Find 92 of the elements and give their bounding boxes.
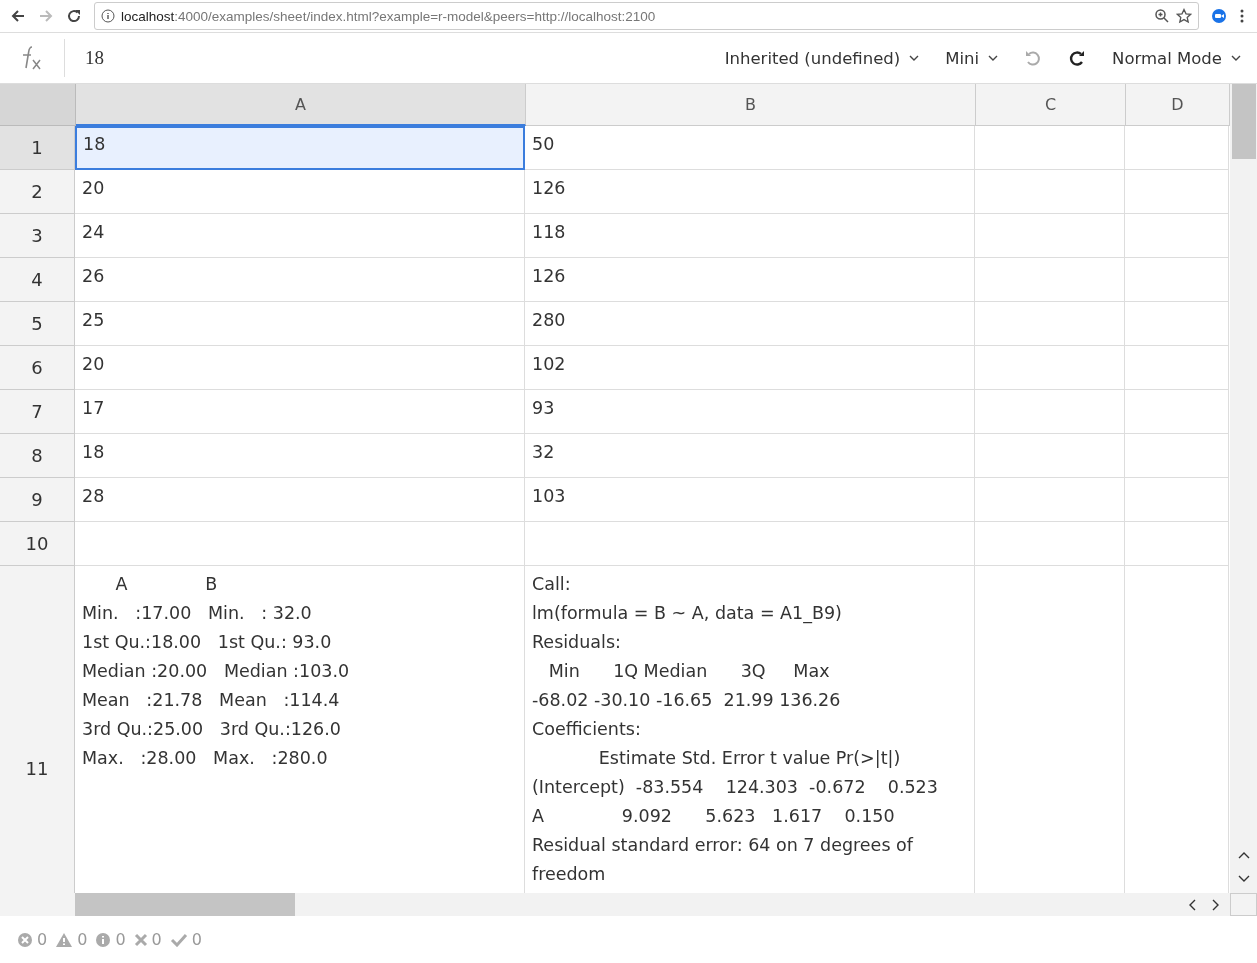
zoom-icon[interactable]	[1154, 8, 1170, 24]
dropdown-button[interactable]: Mini	[945, 44, 999, 72]
table-cell[interactable]: 102	[525, 346, 975, 390]
row-header[interactable]: 5	[0, 302, 75, 346]
table-cell[interactable]	[1125, 258, 1229, 302]
row-header[interactable]: 2	[0, 170, 75, 214]
table-cell[interactable]	[525, 522, 975, 566]
status-count: 0	[37, 930, 48, 949]
table-cell[interactable]: 50	[525, 126, 975, 170]
table-cell[interactable]: 126	[525, 258, 975, 302]
chevron-icon	[988, 55, 999, 61]
url-text: localhost:4000/examples/sheet/index.html?example=r-model&peers=http://localhost:2100	[121, 8, 657, 24]
table-cell[interactable]: 20	[75, 346, 525, 390]
table-cell[interactable]: 32	[525, 434, 975, 478]
table-cell[interactable]	[1125, 170, 1229, 214]
table-cell[interactable]: 24	[75, 214, 525, 258]
row-header[interactable]: 6	[0, 346, 75, 390]
table-cell[interactable]	[975, 126, 1125, 170]
table-cell[interactable]: 17	[75, 390, 525, 434]
table-cell[interactable]: 103	[525, 478, 975, 522]
table-cell[interactable]	[1125, 346, 1229, 390]
formula-field[interactable]: 18	[85, 47, 185, 69]
table-cell[interactable]: 18	[75, 126, 525, 170]
table-cell[interactable]	[1125, 434, 1229, 478]
select-all-corner[interactable]	[0, 84, 76, 126]
close-icon[interactable]	[133, 932, 148, 947]
table-cell[interactable]	[975, 346, 1125, 390]
status-count: 0	[151, 930, 162, 949]
table-cell[interactable]	[975, 258, 1125, 302]
scroll-right-icon[interactable]	[1212, 898, 1220, 911]
table-cell[interactable]: 28	[75, 478, 525, 522]
reload-icon[interactable]	[66, 8, 82, 24]
row-header[interactable]: 8	[0, 434, 75, 478]
column-header[interactable]: A	[76, 84, 526, 126]
table-cell[interactable]: 93	[525, 390, 975, 434]
column-header[interactable]: C	[976, 84, 1126, 126]
status-count: 0	[191, 930, 202, 949]
row-header[interactable]: 10	[0, 522, 75, 566]
column-header[interactable]: B	[526, 84, 976, 126]
status-count: 0	[77, 930, 88, 949]
table-cell[interactable]	[975, 302, 1125, 346]
row-header[interactable]: 7	[0, 390, 75, 434]
table-cell[interactable]	[1125, 478, 1229, 522]
vertical-scrollbar[interactable]	[1230, 84, 1257, 893]
dropdown-button[interactable]: Normal Mode	[1112, 44, 1241, 72]
table-cell[interactable]: 280	[525, 302, 975, 346]
table-cell[interactable]: 25	[75, 302, 525, 346]
redo-icon[interactable]	[1068, 49, 1087, 67]
table-cell[interactable]: 118	[525, 214, 975, 258]
extension-icon[interactable]	[1211, 8, 1227, 24]
error-icon[interactable]	[17, 931, 33, 948]
table-cell[interactable]: 20	[75, 170, 525, 214]
menu-icon[interactable]	[1239, 8, 1245, 24]
check-icon[interactable]	[169, 932, 188, 947]
table-cell[interactable]: 26	[75, 258, 525, 302]
chevron-icon	[1231, 55, 1241, 61]
horizontal-scrollbar[interactable]	[75, 893, 1230, 916]
table-cell[interactable]	[1125, 302, 1229, 346]
scroll-up-icon[interactable]	[1237, 851, 1250, 859]
warning-icon[interactable]	[55, 931, 74, 948]
table-cell[interactable]	[1125, 126, 1229, 170]
table-cell[interactable]	[1125, 214, 1229, 258]
table-cell[interactable]	[75, 522, 525, 566]
back-icon[interactable]	[10, 8, 26, 24]
scroll-thumb[interactable]	[1231, 84, 1256, 159]
row-header[interactable]: 11	[0, 566, 75, 893]
scroll-down-icon[interactable]	[1237, 875, 1250, 883]
info-icon[interactable]	[101, 9, 115, 23]
table-cell[interactable]	[1125, 522, 1229, 566]
table-cell[interactable]	[975, 434, 1125, 478]
table-cell[interactable]	[1125, 390, 1229, 434]
table-cell[interactable]	[975, 478, 1125, 522]
table-cell[interactable]	[975, 522, 1125, 566]
row-header[interactable]: 1	[0, 126, 75, 170]
scroll-thumb[interactable]	[75, 893, 295, 916]
chevron-icon	[909, 55, 920, 61]
info-icon[interactable]	[95, 931, 112, 948]
dropdown-button[interactable]: Inherited (undefined)	[724, 44, 920, 72]
row-header[interactable]: 9	[0, 478, 75, 522]
table-cell[interactable]	[975, 214, 1125, 258]
function-icon	[20, 44, 44, 72]
row-header[interactable]: 3	[0, 214, 75, 258]
table-cell[interactable]: 18	[75, 434, 525, 478]
star-icon[interactable]	[1176, 8, 1192, 24]
table-cell[interactable]	[975, 390, 1125, 434]
address-bar[interactable]: localhost:4000/examples/sheet/index.html?example=r-model&peers=http://localhost:2100	[94, 2, 1199, 30]
scroll-left-icon[interactable]	[1188, 898, 1196, 911]
column-header[interactable]: D	[1126, 84, 1230, 126]
status-count: 0	[115, 930, 126, 949]
row-header[interactable]: 4	[0, 258, 75, 302]
table-cell[interactable]: 126	[525, 170, 975, 214]
table-cell[interactable]	[975, 170, 1125, 214]
